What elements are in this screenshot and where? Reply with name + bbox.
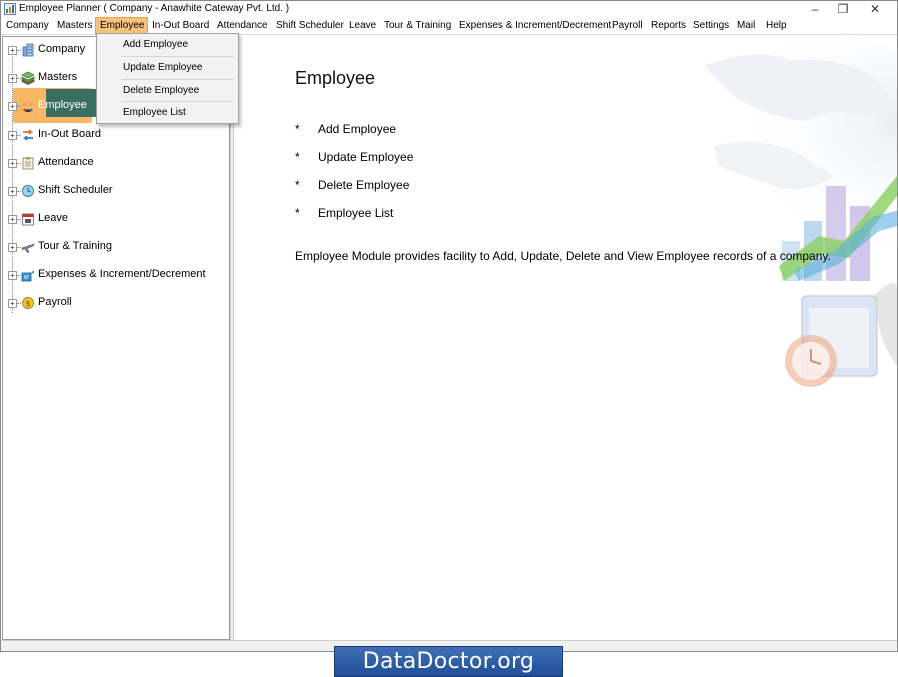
people-icon: [23, 100, 33, 112]
tree-item-label: Company: [38, 43, 86, 55]
clock-globe-icon: [22, 185, 34, 197]
tree-item-label: Employee: [38, 99, 87, 111]
menu-reports[interactable]: Reports: [647, 17, 690, 35]
calendar-icon: [22, 213, 34, 226]
svg-text:$: $: [25, 299, 30, 308]
window-title: Employee Planner ( Company - Anawhite Ca…: [19, 3, 290, 14]
dropdown-item-label: Employee List: [123, 107, 186, 118]
menu-masters[interactable]: Masters: [53, 17, 97, 35]
expand-toggle[interactable]: +: [8, 74, 17, 83]
tree-item-shift-scheduler[interactable]: + Shift Scheduler: [3, 181, 229, 203]
module-description: Employee Module provides facility to Add…: [295, 249, 831, 263]
employee-dropdown-menu: Add Employee Update Employee Delete Empl…: [96, 33, 239, 124]
expand-toggle[interactable]: +: [8, 102, 17, 111]
menu-settings[interactable]: Settings: [689, 17, 733, 35]
dropdown-item-employee-list[interactable]: Employee List: [97, 102, 238, 124]
content-title: Employee: [295, 68, 376, 88]
bullet-marker: *: [295, 122, 300, 136]
dropdown-item-update-employee[interactable]: Update Employee: [97, 57, 238, 79]
main-content-panel: Employee * Add Employee * Update Employe…: [234, 36, 897, 640]
expand-toggle[interactable]: +: [8, 131, 17, 140]
menu-expenses[interactable]: Expenses & Increment/Decrement: [455, 17, 615, 35]
app-window: Employee Planner ( Company - Anawhite Ca…: [0, 0, 898, 652]
coin-icon: $: [22, 297, 34, 309]
dropdown-item-label: Add Employee: [123, 39, 189, 50]
in-out-arrows-icon: [22, 129, 34, 141]
dropdown-item-add-employee[interactable]: Add Employee: [97, 34, 238, 56]
tree-item-label: Shift Scheduler: [38, 184, 113, 196]
watermark-text: DataDoctor.org: [362, 649, 535, 674]
dropdown-item-label: Delete Employee: [123, 85, 200, 96]
airplane-icon: [21, 243, 35, 253]
tree-item-label: In-Out Board: [38, 128, 101, 140]
app-icon: [4, 3, 16, 15]
expand-toggle[interactable]: +: [8, 299, 17, 308]
stack-icon: [21, 71, 35, 85]
menu-company[interactable]: Company: [2, 17, 53, 35]
tree-item-label: Expenses & Increment/Decrement: [38, 268, 206, 280]
maximize-button[interactable]: ❐: [827, 1, 859, 17]
dropdown-item-delete-employee[interactable]: Delete Employee: [97, 80, 238, 102]
expenses-icon: [21, 270, 34, 282]
expand-toggle[interactable]: +: [8, 271, 17, 280]
title-bar: Employee Planner ( Company - Anawhite Ca…: [1, 1, 897, 17]
building-icon: [22, 43, 34, 57]
tree-item-leave[interactable]: + Leave: [3, 209, 229, 231]
bullet-text: Employee List: [318, 206, 394, 220]
close-button[interactable]: ✕: [859, 1, 891, 17]
tree-item-label: Tour & Training: [38, 240, 112, 252]
tree-item-in-out-board[interactable]: + In-Out Board: [3, 125, 229, 147]
bullet-text: Delete Employee: [318, 178, 410, 192]
bullet-text: Update Employee: [318, 150, 414, 164]
expand-toggle[interactable]: +: [8, 243, 17, 252]
menu-leave[interactable]: Leave: [345, 17, 380, 35]
tree-item-label: Payroll: [38, 296, 72, 308]
tree-item-label: Masters: [38, 71, 78, 83]
tree-item-payroll[interactable]: + $ Payroll: [3, 293, 229, 315]
menu-mail[interactable]: Mail: [733, 17, 759, 35]
menu-shift-scheduler[interactable]: Shift Scheduler: [272, 17, 348, 35]
tree-item-label: Leave: [38, 212, 68, 224]
menu-tour-training[interactable]: Tour & Training: [380, 17, 455, 35]
bullet-text: Add Employee: [318, 122, 397, 136]
bullet-marker: *: [295, 150, 300, 164]
bullet-marker: *: [295, 206, 300, 220]
datadoctor-watermark: DataDoctor.org: [334, 646, 563, 677]
menu-help[interactable]: Help: [762, 17, 791, 35]
clipboard-icon: [22, 157, 34, 170]
bullet-marker: *: [295, 178, 300, 192]
dropdown-item-label: Update Employee: [123, 62, 203, 73]
expand-toggle[interactable]: +: [8, 187, 17, 196]
expand-toggle[interactable]: +: [8, 215, 17, 224]
tree-item-tour-training[interactable]: + Tour & Training: [3, 237, 229, 259]
expand-toggle[interactable]: +: [8, 159, 17, 168]
tree-item-expenses[interactable]: + Expenses & Increment/Decrement: [3, 265, 229, 287]
tree-item-attendance[interactable]: + Attendance: [3, 153, 229, 175]
expand-toggle[interactable]: +: [8, 46, 17, 55]
menu-payroll[interactable]: Payroll: [608, 17, 647, 35]
tree-item-label: Attendance: [38, 156, 94, 168]
navigation-tree: + Company + Masters + Employee + In-Out …: [2, 36, 230, 640]
